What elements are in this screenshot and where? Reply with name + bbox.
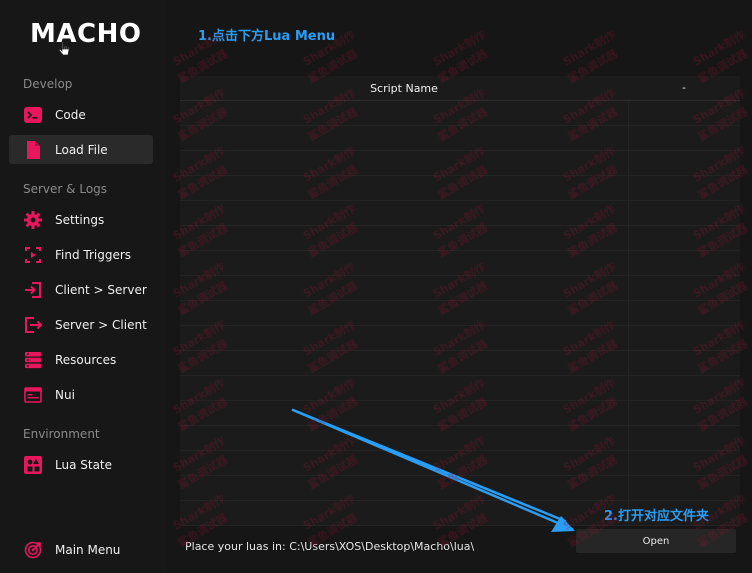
annotation-arrow [291,408,575,532]
app-window: MACHO Develop Code Load File Server & Lo… [0,0,752,573]
